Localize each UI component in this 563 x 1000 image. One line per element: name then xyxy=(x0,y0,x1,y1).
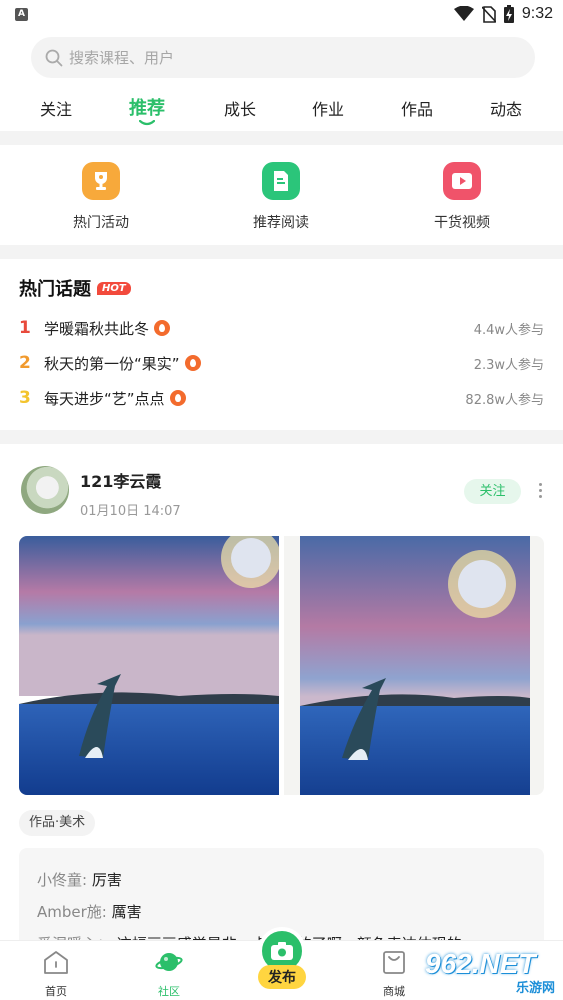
search-icon xyxy=(45,49,63,66)
post-timestamp: 01月10日 14:07 xyxy=(80,504,181,519)
feature-label: 热门活动 xyxy=(73,215,129,231)
comment-user: 小佟童: xyxy=(37,871,88,889)
document-icon xyxy=(262,162,300,200)
feature-shortcuts: 热门活动 推荐阅读 干货视频 xyxy=(0,145,563,245)
comment-user: Amber施: xyxy=(37,903,107,921)
topic-rank: 3 xyxy=(19,388,31,408)
fire-icon xyxy=(169,390,186,406)
post-image[interactable] xyxy=(19,536,279,795)
feature-label: 推荐阅读 xyxy=(253,215,309,231)
status-icons: 9:32 xyxy=(453,4,553,24)
active-tab-indicator xyxy=(139,120,155,126)
community-planet-icon xyxy=(155,953,183,971)
app-notification-icon: A xyxy=(15,8,28,21)
shopping-bag-icon xyxy=(383,951,405,974)
topic-participants: 2.3w人参与 xyxy=(473,357,544,373)
publish-button[interactable]: 发布 xyxy=(258,927,306,989)
comment-text: 厲害 xyxy=(111,903,142,921)
tab-homework[interactable]: 作业 xyxy=(312,96,344,120)
hot-topics-section: 热门话题 HOT 1 学暖霜秋共此冬 4.4w人参与 2 秋天的第一份“果实” … xyxy=(0,259,563,430)
site-watermark: 962.NET 乐游网 xyxy=(425,948,557,996)
comment-item: Amber施: 厲害 xyxy=(37,896,526,928)
more-options-icon[interactable] xyxy=(534,481,546,503)
category-tabs: 关注 推荐 成长 作业 作品 动态 xyxy=(0,92,563,128)
feature-tutorial-videos[interactable]: 干货视频 xyxy=(402,162,522,232)
topic-rank: 1 xyxy=(19,318,31,338)
topic-title: 学暖霜秋共此冬 xyxy=(44,319,150,338)
feature-recommended-reading[interactable]: 推荐阅读 xyxy=(221,162,341,232)
home-icon xyxy=(44,951,68,974)
nav-label: 首页 xyxy=(45,985,67,998)
status-bar: A 9:32 xyxy=(0,0,563,28)
post-username[interactable]: 121李云霞 xyxy=(80,468,161,492)
comment-text: 厉害 xyxy=(91,871,122,889)
fire-icon xyxy=(154,320,171,336)
topic-title: 秋天的第一份“果实” xyxy=(44,354,180,373)
tab-follow[interactable]: 关注 xyxy=(40,96,72,120)
battery-charging-icon xyxy=(503,5,514,23)
topic-participants: 82.8w人参与 xyxy=(465,392,544,408)
tab-recommend[interactable]: 推荐 xyxy=(129,94,165,120)
whale-painting-image xyxy=(19,536,279,795)
search-input[interactable] xyxy=(69,48,469,67)
watermark-main: 962.NET xyxy=(425,948,536,979)
topic-row[interactable]: 2 秋天的第一份“果实” 2.3w人参与 xyxy=(19,350,544,376)
hot-badge: HOT xyxy=(97,281,131,295)
status-time: 9:32 xyxy=(521,5,553,22)
nav-community[interactable]: 社区 xyxy=(139,949,199,999)
search-bar[interactable] xyxy=(31,37,535,78)
wifi-icon xyxy=(453,6,474,21)
hot-topics-title: 热门话题 xyxy=(19,279,91,300)
tab-works[interactable]: 作品 xyxy=(401,96,433,120)
topic-participants: 4.4w人参与 xyxy=(473,322,544,338)
tab-updates[interactable]: 动态 xyxy=(490,96,522,120)
fire-icon xyxy=(184,355,201,371)
play-video-icon xyxy=(443,162,481,200)
section-divider xyxy=(0,430,563,444)
nav-mall[interactable]: 商城 xyxy=(364,949,424,999)
comment-item: 小佟童: 厉害 xyxy=(37,864,526,896)
nav-home[interactable]: 首页 xyxy=(26,949,86,999)
section-divider xyxy=(0,131,563,145)
feature-hot-activities[interactable]: 热门活动 xyxy=(41,162,161,232)
topic-row[interactable]: 1 学暖霜秋共此冬 4.4w人参与 xyxy=(19,315,544,341)
no-sim-icon xyxy=(481,5,496,23)
trophy-icon xyxy=(82,162,120,200)
follow-button[interactable]: 关注 xyxy=(464,479,521,504)
watermark-sub: 乐游网 xyxy=(515,981,555,996)
topic-rank: 2 xyxy=(19,353,31,373)
hot-topics-header: 热门话题 HOT xyxy=(19,275,131,301)
feature-label: 干货视频 xyxy=(434,215,490,231)
whale-painting-image xyxy=(284,536,544,795)
publish-label: 发布 xyxy=(258,965,306,989)
post-image[interactable] xyxy=(284,536,544,795)
nav-label: 社区 xyxy=(158,985,180,998)
section-divider xyxy=(0,245,563,259)
topic-row[interactable]: 3 每天进步“艺”点点 82.8w人参与 xyxy=(19,385,544,411)
post-card: 121李云霞 01月10日 14:07 关注 作品·美术 小佟童: 厉害 Amb… xyxy=(0,444,563,953)
avatar[interactable] xyxy=(21,466,69,514)
nav-label: 商城 xyxy=(383,985,405,998)
topic-title: 每天进步“艺”点点 xyxy=(44,389,165,408)
post-tag[interactable]: 作品·美术 xyxy=(19,810,96,836)
tab-growth[interactable]: 成长 xyxy=(224,96,256,120)
